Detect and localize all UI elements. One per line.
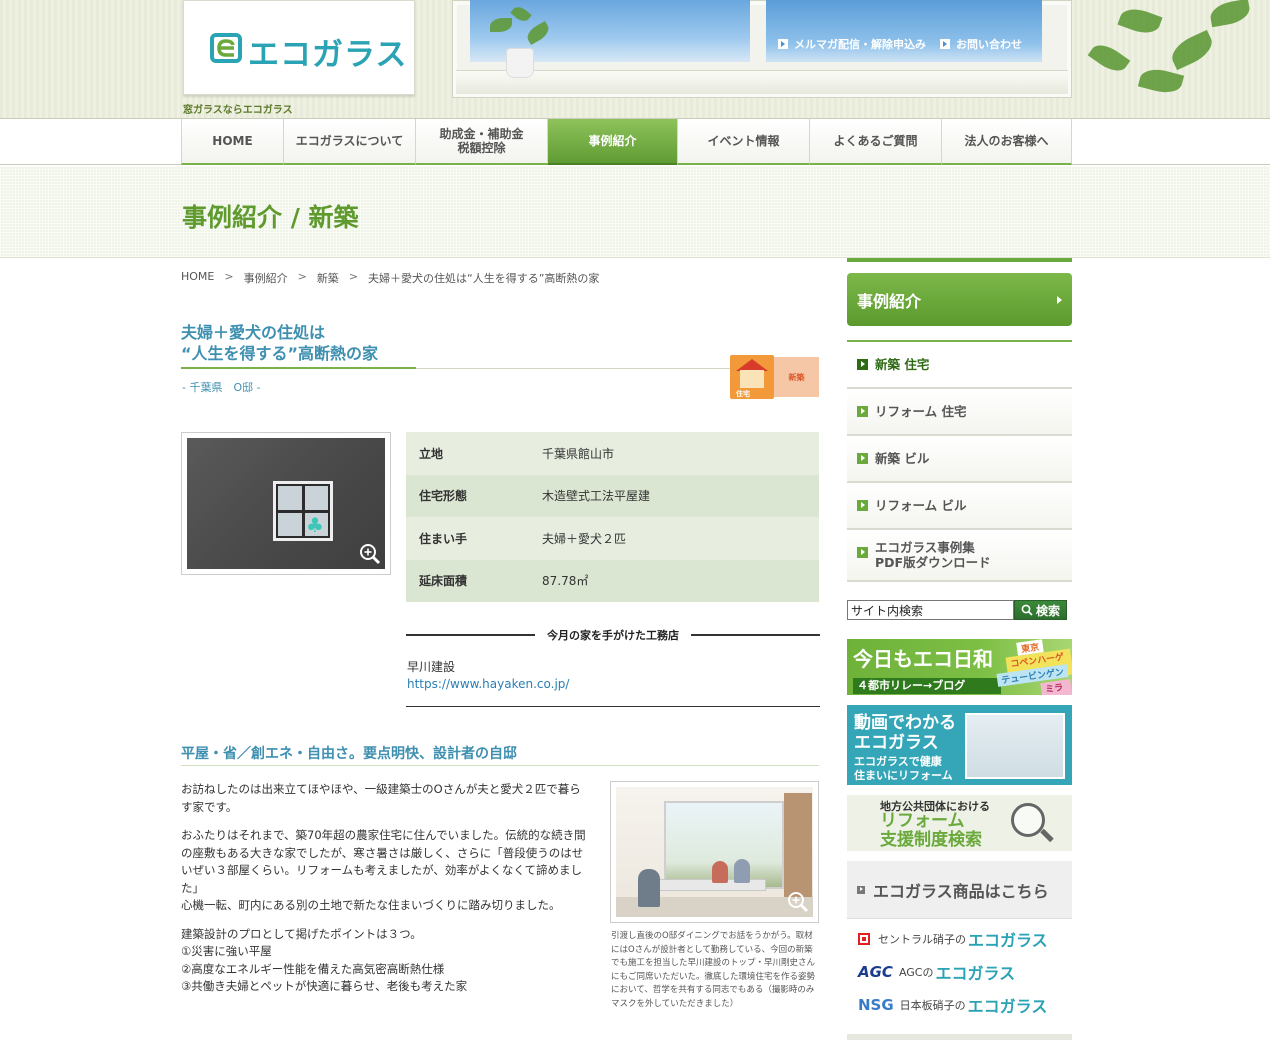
house-icon: 住宅 (730, 355, 774, 399)
brand-agc[interactable]: AGC AGCの エコガラス (847, 955, 1072, 988)
products-banner[interactable]: エコガラス商品はこちら (847, 861, 1072, 919)
central-glass-logo-icon (858, 932, 870, 945)
bullet-arrow-icon (857, 359, 868, 370)
nav-events[interactable]: イベント情報 (677, 119, 809, 165)
info-row-location: 立地 千葉県館山市 (406, 432, 819, 475)
sidebar-item-reform-house[interactable]: リフォーム 住宅 (847, 389, 1072, 436)
nav-case-studies[interactable]: 事例紹介 (547, 119, 677, 165)
video-thumbnail (965, 713, 1065, 779)
sidebar-heading[interactable]: 事例紹介 (847, 273, 1072, 326)
sidebar-top-line (847, 258, 1072, 262)
bullet-arrow-icon (857, 406, 868, 417)
search-icon (1021, 604, 1033, 616)
nav-corporate[interactable]: 法人のお客様へ (941, 119, 1072, 165)
info-row-floor-area: 延床面積 87.78㎡ (406, 559, 819, 602)
photo-caption: 引渡し直後のO邸ダイニングでお話をうかがう。取材にはOさんが設計者として勤務して… (611, 931, 816, 1009)
new-build-badge: 新築 (774, 357, 819, 397)
article-title: 夫婦＋愛犬の住処は “人生を得する”高断熱の家 (181, 323, 379, 363)
breadcrumb-home[interactable]: HOME (181, 270, 214, 286)
nav-about[interactable]: エコガラスについて (283, 119, 415, 165)
builder-heading: 今月の家を手がけた工務店 (406, 626, 820, 644)
eco-blog-banner[interactable]: 今日もエコ日和 ４都市リレー→ブログ 東京 コペンハーゲン テュービンゲン ミラ… (847, 639, 1072, 695)
eco-logo-icon (210, 33, 242, 63)
logo-text: エコガラス (248, 37, 408, 73)
reform-support-search-banner[interactable]: 地方公共団体における リフォーム 支援制度検索 (847, 795, 1072, 851)
nav-subsidy[interactable]: 助成金・補助金 税額控除 (415, 119, 547, 165)
sidebar-bottom-bar (847, 1034, 1072, 1040)
top-links: メルマガ配信・解除申込み お問い合わせ (778, 36, 1022, 52)
breadcrumb-current: 夫婦＋愛犬の住処は“人生を得する”高断熱の家 (368, 272, 600, 285)
breadcrumb: HOME > 事例紹介 > 新築 > 夫婦＋愛犬の住処は“人生を得する”高断熱の… (181, 270, 600, 286)
clover-window: ♣ (273, 481, 333, 541)
brand-links: セントラル硝子の エコガラス AGC AGCの エコガラス NSG 日本板硝子の エコ… (847, 922, 1072, 1021)
contact-link[interactable]: お問い合わせ (940, 36, 1022, 52)
builder-url-link[interactable]: https://www.hayaken.co.jp/ (407, 677, 569, 691)
window-sill (456, 70, 1068, 94)
breadcrumb-case-studies[interactable]: 事例紹介 (244, 270, 288, 286)
dining-photo[interactable] (610, 781, 819, 923)
sidebar-item-new-house[interactable]: 新築 住宅 (847, 342, 1072, 389)
builder-divider (406, 706, 820, 707)
sidebar-item-pdf-download[interactable]: エコガラス事例集 PDF版ダウンロード (847, 530, 1072, 582)
paragraph: おふたりはそれまで、築70年超の農家住宅に住んでいました。伝統的な続き間の座敷も… (181, 828, 586, 912)
arrow-icon (940, 39, 950, 49)
nsg-logo: NSG (858, 995, 894, 1014)
video-banner[interactable]: 動画でわかる エコガラス エコガラスで健康 住まいにリフォーム (847, 705, 1072, 785)
property-info-table: 立地 千葉県館山市 住宅形態 木造壁式工法平屋建 住まい手 夫婦＋愛犬２匹 延床面積 8… (406, 432, 819, 602)
builder-name: 早川建設 (407, 660, 456, 674)
bullet-arrow-icon (857, 453, 868, 464)
paragraph: お訪ねしたのは出来立てほやほや、一級建築士のOさんが夫と愛犬２匹で暮らす家です。 (181, 782, 581, 814)
newsletter-link[interactable]: メルマガ配信・解除申込み (778, 36, 926, 52)
title-underline-thin (416, 368, 732, 369)
agc-logo: AGC (858, 962, 893, 981)
window-pane-right (766, 0, 1042, 62)
brand-nsg[interactable]: NSG 日本板硝子の エコガラス (847, 988, 1072, 1021)
arrow-icon (857, 885, 865, 894)
breadcrumb-new-build[interactable]: 新築 (317, 270, 339, 286)
bullet-arrow-icon (857, 547, 868, 558)
category-badge: 住宅 新築 (730, 355, 819, 399)
article-subtitle: - 千葉県 O邸 - (182, 381, 261, 394)
info-row-residents: 住まい手 夫婦＋愛犬２匹 (406, 517, 819, 560)
arrow-right-icon (1057, 296, 1062, 304)
city-tag: ミラノ (1040, 679, 1072, 695)
arrow-icon (778, 39, 788, 49)
main-photo[interactable]: ♣ (181, 432, 391, 575)
article-body: お訪ねしたのは出来立てほやほや、一級建築士のOさんが夫と愛犬２匹で暮らす家です。… (181, 781, 591, 1007)
sidebar-menu: 新築 住宅 リフォーム 住宅 新築 ビル リフォーム ビル エコガラス事例集 P… (847, 342, 1072, 582)
bullet-arrow-icon (857, 500, 868, 511)
sidebar-item-new-building[interactable]: 新築 ビル (847, 436, 1072, 483)
site-search: 検索 (847, 600, 1067, 620)
section-underline (181, 765, 819, 766)
sidebar-item-reform-building[interactable]: リフォーム ビル (847, 483, 1072, 530)
site-header: エコガラス 窓ガラスならエコガラス メルマガ配信・解除申込み お問い合わせ (0, 0, 1270, 118)
tagline: 窓ガラスならエコガラス (183, 105, 293, 116)
section-title: 平屋・省／創エネ・自由さ。要点明快、設計者の自邸 (181, 746, 517, 762)
site-logo[interactable]: エコガラス (183, 0, 415, 95)
paragraph: 建築設計のプロとして掲げたポイントは３つ。 ①災害に強い平屋 ②高度なエネルギー… (181, 926, 468, 994)
nav-home[interactable]: HOME (181, 119, 283, 165)
info-row-type: 住宅形態 木造壁式工法平屋建 (406, 474, 819, 517)
global-nav: HOME エコガラスについて 助成金・補助金 税額控除 事例紹介 イベント情報 … (0, 118, 1270, 165)
page-title: 事例紹介 / 新築 (182, 203, 359, 232)
zoom-icon[interactable] (359, 543, 381, 565)
search-input[interactable] (847, 600, 1014, 620)
search-button[interactable]: 検索 (1014, 600, 1067, 620)
page-title-band: 事例紹介 / 新築 (0, 166, 1270, 258)
zoom-icon[interactable] (787, 891, 809, 913)
nav-faq[interactable]: よくあるご質問 (809, 119, 941, 165)
brand-central-glass[interactable]: セントラル硝子の エコガラス (847, 922, 1072, 955)
clover-icon: ♣ (306, 513, 324, 537)
title-underline (181, 367, 416, 369)
plant-pot (506, 48, 534, 78)
